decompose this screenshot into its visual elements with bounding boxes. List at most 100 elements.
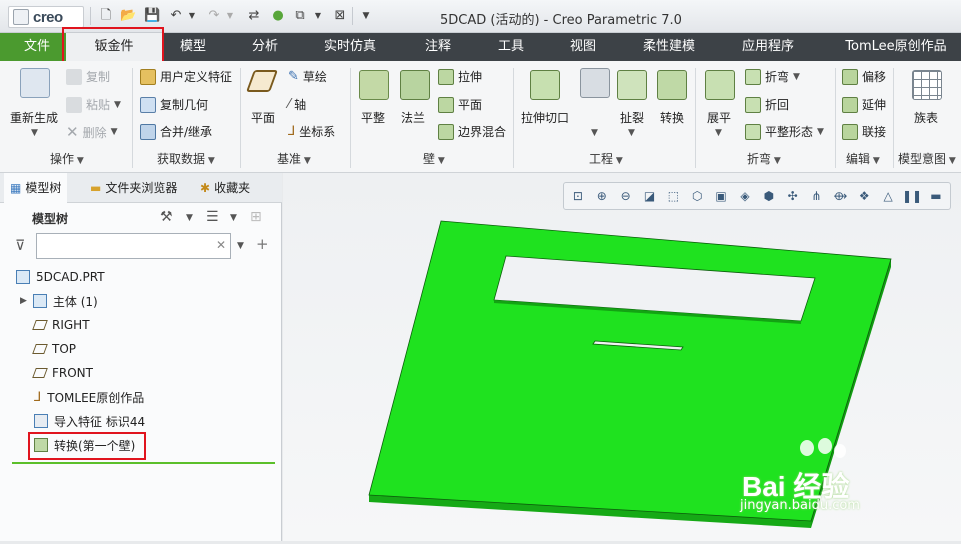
extrude-cut-button[interactable]: 拉伸切口 bbox=[521, 109, 569, 126]
tab-live-simulation[interactable]: 实时仿真 bbox=[310, 33, 390, 61]
search-dropdown-icon[interactable]: ▼ bbox=[237, 241, 244, 251]
tree-settings-dropdown-icon[interactable]: ▼ bbox=[186, 213, 193, 223]
group-label-get-data[interactable]: 获取数据 ▼ bbox=[157, 150, 215, 167]
rip-button[interactable]: 扯裂 bbox=[620, 109, 644, 126]
spin-center-icon[interactable]: ⟴ bbox=[831, 187, 849, 205]
close-window-icon[interactable]: ⊠ bbox=[332, 8, 348, 24]
tree-filter-disabled-icon[interactable]: ⊞ bbox=[250, 209, 262, 225]
flange-button[interactable]: 法兰 bbox=[401, 109, 425, 126]
expand-arrow-icon[interactable]: ▶ bbox=[20, 296, 27, 306]
simulation-icon[interactable]: △ bbox=[879, 187, 897, 205]
delete-button[interactable]: ✕ 删除 ▼ bbox=[66, 123, 118, 141]
tab-applications[interactable]: 应用程序 bbox=[728, 33, 808, 61]
extend-button[interactable]: 延伸 bbox=[842, 96, 886, 113]
tab-annotate[interactable]: 注释 bbox=[410, 33, 466, 61]
filter-icon[interactable]: ⊽ bbox=[15, 238, 25, 254]
add-filter-icon[interactable]: + bbox=[256, 235, 269, 253]
planar-wall-icon[interactable] bbox=[359, 70, 389, 100]
punch-dropdown-icon[interactable]: ▼ bbox=[591, 128, 598, 138]
planar-button[interactable]: 平整 bbox=[361, 109, 385, 126]
appearance-icon[interactable]: ❖ bbox=[855, 187, 873, 205]
unbend-dropdown-icon[interactable]: ▼ bbox=[715, 128, 722, 138]
display-style-icon[interactable]: ⬚ bbox=[664, 187, 682, 205]
group-label-engineering[interactable]: 工程 ▼ bbox=[589, 150, 623, 167]
flat-wall-button[interactable]: 平面 bbox=[438, 96, 482, 113]
sphere-icon[interactable]: ● bbox=[270, 8, 286, 24]
boundary-blend-button[interactable]: 边界混合 bbox=[438, 123, 506, 140]
convert-button[interactable]: 转换 bbox=[660, 109, 684, 126]
open-file-icon[interactable]: 📂 bbox=[120, 8, 136, 24]
paste-button[interactable]: 粘贴 ▼ bbox=[66, 96, 121, 113]
pause-icon[interactable]: ❚❚ bbox=[902, 187, 922, 205]
tree-item-import-feature[interactable]: 导入特征 标识44 bbox=[34, 410, 145, 432]
rip-icon[interactable] bbox=[617, 70, 647, 100]
redo-dropdown-icon[interactable]: ▼ bbox=[222, 8, 238, 24]
datum-display-icon[interactable]: ✣ bbox=[784, 187, 802, 205]
flange-icon[interactable] bbox=[400, 70, 430, 100]
group-label-bend[interactable]: 折弯 ▼ bbox=[747, 150, 781, 167]
flag-icon[interactable]: ▬ bbox=[927, 187, 945, 205]
merge-inherit-button[interactable]: 合并/继承 bbox=[140, 123, 212, 140]
refit-icon[interactable]: ⊡ bbox=[569, 187, 587, 205]
csys-button[interactable]: ⅃ 坐标系 bbox=[288, 123, 335, 140]
unbend-button[interactable]: 展平 bbox=[707, 109, 731, 126]
zoom-out-icon[interactable]: ⊖ bbox=[617, 187, 635, 205]
undo-icon[interactable]: ↶ bbox=[168, 8, 184, 24]
annotation-display-icon[interactable]: ⋔ bbox=[808, 187, 826, 205]
tab-folder-browser[interactable]: ▬ 文件夹浏览器 bbox=[84, 173, 183, 203]
family-table-icon[interactable] bbox=[912, 70, 942, 100]
tree-item-top[interactable]: TOP bbox=[32, 338, 76, 360]
tree-columns-dropdown-icon[interactable]: ▼ bbox=[230, 213, 237, 223]
copy-geometry-button[interactable]: 复制几何 bbox=[140, 96, 208, 113]
tree-settings-icon[interactable]: ⚒ bbox=[160, 209, 173, 225]
regenerate-small-icon[interactable]: ⇄ bbox=[246, 8, 262, 24]
extrude-wall-button[interactable]: 拉伸 bbox=[438, 68, 482, 85]
perspective-view-icon[interactable]: ◈ bbox=[736, 187, 754, 205]
regenerate-button[interactable]: 重新生成 bbox=[10, 109, 58, 126]
undo-dropdown-icon[interactable]: ▼ bbox=[184, 8, 200, 24]
section-icon[interactable]: ⬢ bbox=[760, 187, 778, 205]
unbend-icon[interactable] bbox=[705, 70, 735, 100]
copy-button[interactable]: 复制 bbox=[66, 68, 110, 85]
tree-item-front[interactable]: FRONT bbox=[32, 362, 93, 384]
bend-button[interactable]: 折弯 ▼ bbox=[745, 68, 800, 85]
tab-model[interactable]: 模型 bbox=[162, 33, 224, 61]
join-button[interactable]: 联接 bbox=[842, 123, 886, 140]
tree-search-input[interactable] bbox=[36, 233, 231, 259]
graphics-window[interactable] bbox=[283, 173, 961, 541]
regenerate-dropdown-icon[interactable]: ▼ bbox=[31, 128, 38, 138]
creo-logo[interactable]: creo bbox=[8, 6, 84, 28]
save-icon[interactable]: 💾 bbox=[144, 8, 160, 24]
family-table-button[interactable]: 族表 bbox=[914, 109, 938, 126]
regenerate-icon[interactable] bbox=[20, 68, 50, 98]
new-file-icon[interactable]: 🗋 bbox=[98, 8, 114, 24]
udf-button[interactable]: 用户定义特征 bbox=[140, 68, 232, 85]
customize-toolbar-icon[interactable]: ▼ bbox=[358, 8, 374, 24]
tab-flexible-modeling[interactable]: 柔性建模 bbox=[632, 33, 706, 61]
view-manager-icon[interactable]: ▣ bbox=[712, 187, 730, 205]
bend-back-button[interactable]: 折回 bbox=[745, 96, 789, 113]
tree-item-body[interactable]: ▶ 主体 (1) bbox=[20, 290, 98, 312]
tree-columns-icon[interactable]: ☰ bbox=[206, 209, 219, 225]
axis-button[interactable]: ⁄ 轴 bbox=[288, 96, 306, 113]
group-label-wall[interactable]: 壁 ▼ bbox=[423, 150, 445, 167]
plane-button[interactable]: 平面 bbox=[251, 109, 275, 126]
tab-tools[interactable]: 工具 bbox=[484, 33, 538, 61]
saved-orientations-icon[interactable]: ⬡ bbox=[688, 187, 706, 205]
group-label-datum[interactable]: 基准 ▼ bbox=[277, 150, 311, 167]
tab-analysis[interactable]: 分析 bbox=[236, 33, 294, 61]
offset-button[interactable]: 偏移 bbox=[842, 68, 886, 85]
tab-view[interactable]: 视图 bbox=[556, 33, 610, 61]
redo-icon[interactable]: ↷ bbox=[206, 8, 222, 24]
tree-item-csys[interactable]: ⅃ TOMLEE原创作品 bbox=[34, 386, 144, 408]
group-label-operations[interactable]: 操作 ▼ bbox=[50, 150, 84, 167]
rip-dropdown-icon[interactable]: ▼ bbox=[628, 128, 635, 138]
extrude-cut-icon[interactable] bbox=[530, 70, 560, 100]
group-label-model-intent[interactable]: 模型意图 ▼ bbox=[898, 150, 956, 167]
flat-pattern-button[interactable]: 平整形态 ▼ bbox=[745, 123, 824, 140]
punch-icon[interactable] bbox=[580, 68, 610, 98]
tree-item-part[interactable]: 5DCAD.PRT bbox=[16, 266, 105, 288]
group-label-edit[interactable]: 编辑 ▼ bbox=[846, 150, 880, 167]
windows-icon[interactable]: ⧉ bbox=[292, 8, 308, 24]
windows-dropdown-icon[interactable]: ▼ bbox=[310, 8, 326, 24]
